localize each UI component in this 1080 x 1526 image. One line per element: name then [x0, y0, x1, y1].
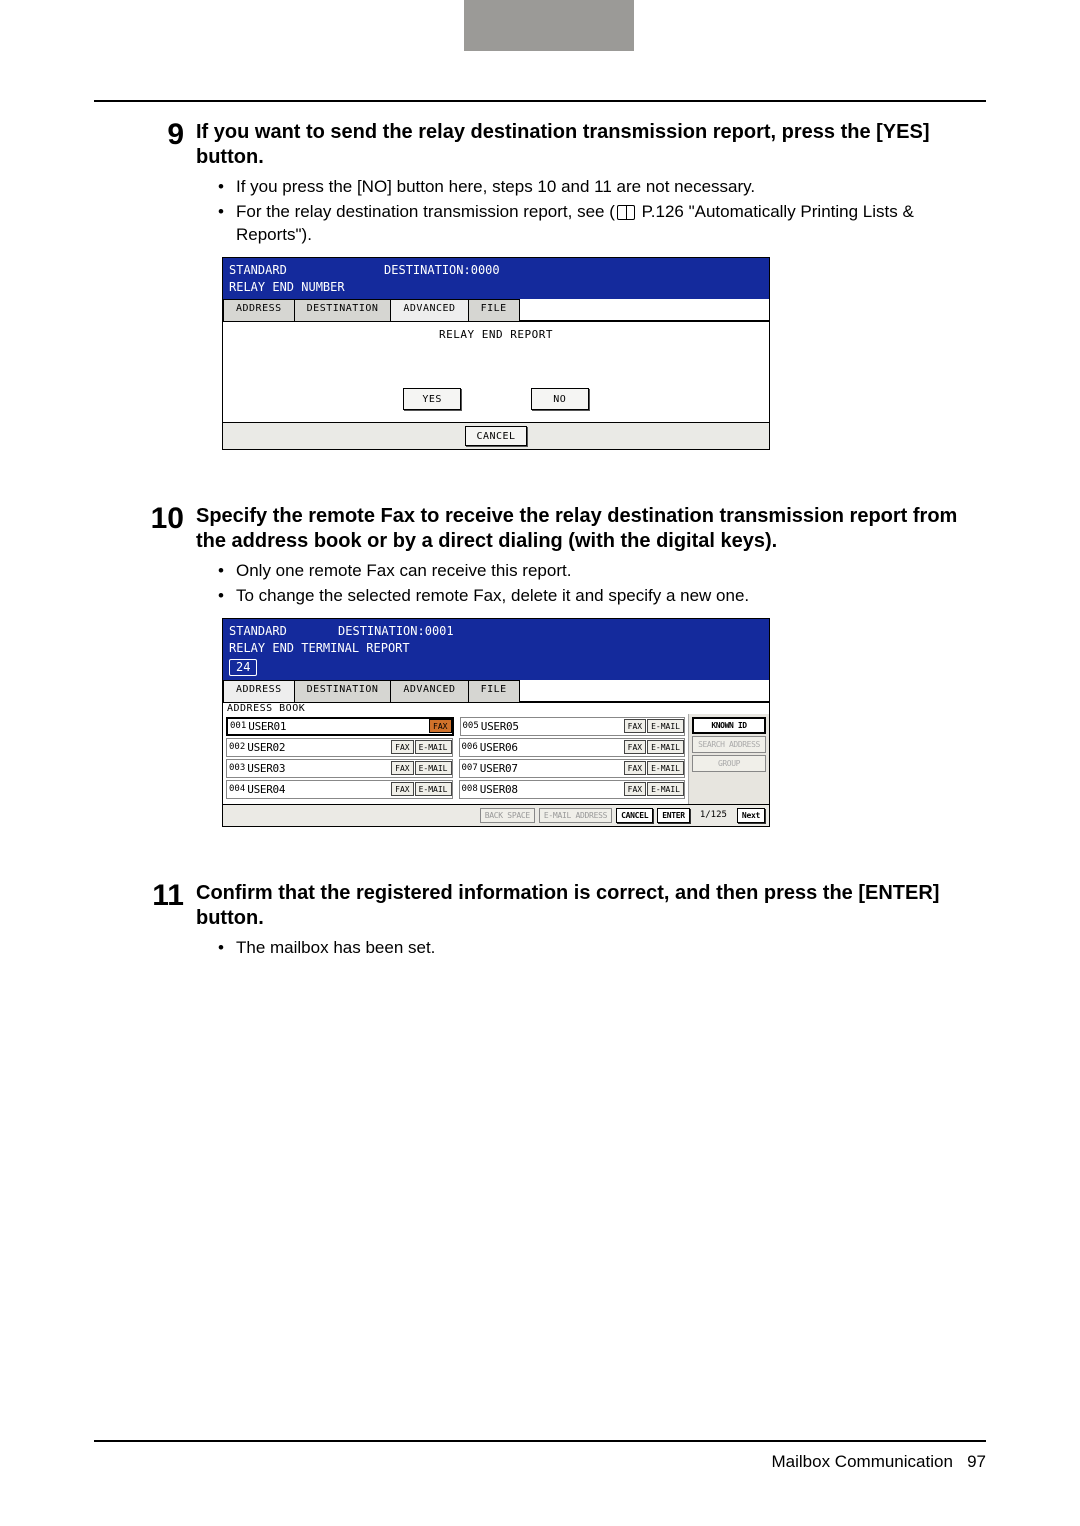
panel-label: ADDRESS BOOK [223, 702, 769, 714]
horizontal-rule-bottom [94, 1440, 986, 1442]
address-entry[interactable]: 001 USER01 FAX [226, 717, 454, 736]
footer-text: Mailbox Communication 97 [772, 1452, 987, 1472]
email-button[interactable]: E-MAIL [647, 740, 684, 754]
book-icon [617, 205, 635, 220]
fax-button[interactable]: FAX [624, 719, 646, 733]
address-entry[interactable]: 004 USER04 FAX E-MAIL [226, 780, 453, 799]
email-button[interactable]: E-MAIL [415, 782, 452, 796]
bullet-item: To change the selected remote Fax, delet… [222, 585, 986, 608]
fax-button[interactable]: FAX [624, 761, 646, 775]
bullet-item: Only one remote Fax can receive this rep… [222, 560, 986, 583]
address-entry[interactable]: 006 USER06 FAX E-MAIL [459, 738, 686, 757]
destination-label: DESTINATION:0000 [384, 262, 500, 279]
mockup-footer: BACK SPACE E-MAIL ADDRESS CANCEL ENTER 1… [223, 804, 769, 826]
step-number: 10 [94, 504, 196, 856]
tab-advanced[interactable]: ADVANCED [390, 680, 468, 702]
step-bullets: The mailbox has been set. [222, 937, 986, 960]
screen-mockup-address-book: STANDARD DESTINATION:0001 RELAY END TERM… [222, 618, 770, 827]
enter-button[interactable]: ENTER [657, 808, 690, 823]
fax-button[interactable]: FAX [391, 782, 413, 796]
known-id-button[interactable]: KNOWN ID [692, 717, 766, 734]
bullet-item: If you press the [NO] button here, steps… [222, 176, 986, 199]
screen-mockup-relay-report: STANDARD DESTINATION:0000 RELAY END NUMB… [222, 257, 770, 451]
panel-label: RELAY END REPORT [223, 322, 769, 341]
tab-file[interactable]: FILE [468, 299, 520, 321]
address-entry[interactable]: 007 USER07 FAX E-MAIL [459, 759, 686, 778]
mode-label: STANDARD [229, 262, 287, 279]
step-number: 11 [94, 881, 196, 970]
horizontal-rule-top [94, 100, 986, 102]
address-entry[interactable]: 005 USER05 FAX E-MAIL [460, 717, 686, 736]
email-address-button[interactable]: E-MAIL ADDRESS [539, 808, 612, 823]
backspace-button[interactable]: BACK SPACE [480, 808, 535, 823]
tab-row: ADDRESS DESTINATION ADVANCED FILE [223, 299, 769, 321]
step-bullets: Only one remote Fax can receive this rep… [222, 560, 986, 608]
search-address-button[interactable]: SEARCH ADDRESS [692, 736, 766, 753]
header-accent-block [464, 0, 634, 51]
no-button[interactable]: NO [531, 388, 589, 410]
fax-button[interactable]: FAX [391, 761, 413, 775]
sub-label: RELAY END NUMBER [229, 280, 345, 294]
destination-label: DESTINATION:0001 [338, 623, 454, 640]
address-list: 001 USER01 FAX 005 USER05 FAX E-MAIL [223, 714, 689, 804]
tab-destination[interactable]: DESTINATION [294, 299, 392, 321]
fax-button[interactable]: FAX [624, 782, 646, 796]
page-indicator: 1/125 [694, 810, 733, 820]
cancel-button[interactable]: CANCEL [465, 426, 527, 446]
tab-advanced[interactable]: ADVANCED [390, 299, 468, 321]
dial-number-box: 24 [229, 659, 257, 676]
fax-button[interactable]: FAX [624, 740, 646, 754]
bullet-item: The mailbox has been set. [222, 937, 986, 960]
step-title: Confirm that the registered information … [196, 881, 986, 931]
address-entry[interactable]: 008 USER08 FAX E-MAIL [459, 780, 686, 799]
mockup-header: STANDARD DESTINATION:0000 RELAY END NUMB… [223, 258, 769, 300]
step-9: 9 If you want to send the relay destinat… [94, 120, 986, 480]
group-button[interactable]: GROUP [692, 755, 766, 772]
cancel-button[interactable]: CANCEL [616, 808, 653, 823]
tab-address[interactable]: ADDRESS [223, 680, 295, 702]
step-bullets: If you press the [NO] button here, steps… [222, 176, 986, 247]
step-title: Specify the remote Fax to receive the re… [196, 504, 986, 554]
step-title: If you want to send the relay destinatio… [196, 120, 986, 170]
fax-button[interactable]: FAX [391, 740, 413, 754]
email-button[interactable]: E-MAIL [647, 761, 684, 775]
side-panel: KNOWN ID SEARCH ADDRESS GROUP [689, 714, 769, 804]
tab-row: ADDRESS DESTINATION ADVANCED FILE [223, 680, 769, 702]
email-button[interactable]: E-MAIL [647, 782, 684, 796]
step-11: 11 Confirm that the registered informati… [94, 881, 986, 970]
footer-section: Mailbox Communication [772, 1452, 953, 1471]
tab-file[interactable]: FILE [468, 680, 520, 702]
tab-destination[interactable]: DESTINATION [294, 680, 392, 702]
sub-label: RELAY END TERMINAL REPORT [229, 641, 410, 655]
fax-button[interactable]: FAX [429, 719, 451, 733]
footer-page-number: 97 [967, 1452, 986, 1471]
mode-label: STANDARD [229, 623, 287, 640]
bullet-item: For the relay destination transmission r… [222, 201, 986, 247]
step-number: 9 [94, 120, 196, 480]
email-button[interactable]: E-MAIL [647, 719, 684, 733]
yes-button[interactable]: YES [403, 388, 461, 410]
mockup-header: STANDARD DESTINATION:0001 RELAY END TERM… [223, 619, 769, 680]
address-entry[interactable]: 003 USER03 FAX E-MAIL [226, 759, 453, 778]
step-10: 10 Specify the remote Fax to receive the… [94, 504, 986, 856]
email-button[interactable]: E-MAIL [415, 761, 452, 775]
tab-address[interactable]: ADDRESS [223, 299, 295, 321]
next-button[interactable]: Next [737, 808, 765, 823]
address-entry[interactable]: 002 USER02 FAX E-MAIL [226, 738, 453, 757]
email-button[interactable]: E-MAIL [415, 740, 452, 754]
